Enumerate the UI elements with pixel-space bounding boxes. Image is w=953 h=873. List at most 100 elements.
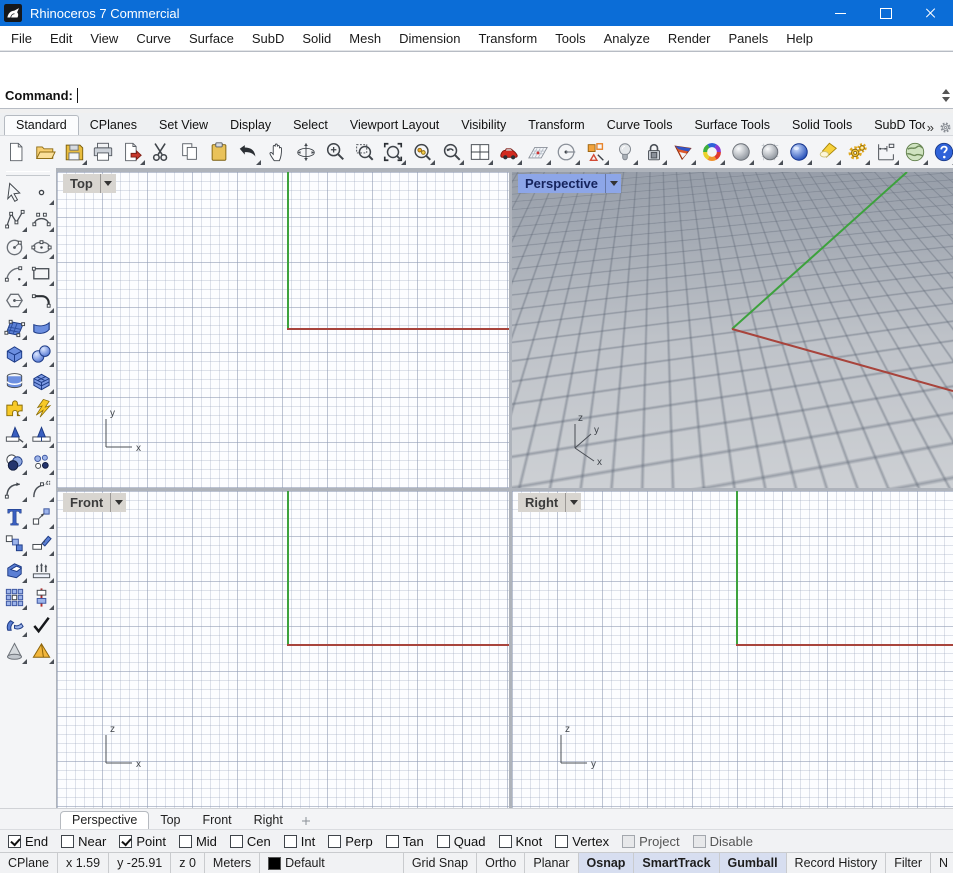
mesh-box-icon[interactable] [28,368,54,394]
box-icon[interactable] [1,341,27,367]
select-arrow-icon[interactable] [1,179,27,205]
checkbox-icon[interactable] [622,835,635,848]
viewport-menu-arrow-icon[interactable] [100,174,116,193]
tabbar-gear-icon[interactable] [938,120,953,135]
menu-item-curve[interactable]: Curve [127,28,180,49]
boolean-union-icon[interactable] [1,395,27,421]
extrude-icon[interactable] [28,557,54,583]
status-grid-snap[interactable]: Grid Snap [404,853,477,873]
status-x-1-59[interactable]: x 1.59 [58,853,109,873]
point-icon[interactable] [28,179,54,205]
pyramid-icon[interactable] [28,638,54,664]
status-gumball[interactable]: Gumball [720,853,787,873]
menu-item-dimension[interactable]: Dimension [390,28,469,49]
surface-patch-icon[interactable] [28,314,54,340]
render-globe-icon[interactable] [902,139,928,165]
add-viewport-tab-icon[interactable] [300,815,312,827]
spinner-up-icon[interactable] [942,89,950,94]
cut-icon[interactable] [148,139,174,165]
menu-item-render[interactable]: Render [659,28,720,49]
hide-lightbulb-icon[interactable] [612,139,638,165]
extend-icon[interactable] [28,476,54,502]
wireframe-sphere-icon[interactable] [757,139,783,165]
menu-item-help[interactable]: Help [777,28,822,49]
viewport-menu-arrow-icon[interactable] [110,493,126,512]
menu-item-mesh[interactable]: Mesh [340,28,390,49]
status-cplane[interactable]: CPlane [0,853,58,873]
status-z-0[interactable]: z 0 [171,853,205,873]
toolbar-tab-set-view[interactable]: Set View [148,116,219,135]
spinner-down-icon[interactable] [942,97,950,102]
checkbox-icon[interactable] [555,835,568,848]
osnap-knot[interactable]: Knot [499,834,543,849]
toolbar-tab-surface-tools[interactable]: Surface Tools [683,116,781,135]
pan-icon[interactable] [264,139,290,165]
osnap-project[interactable]: Project [622,834,679,849]
render-sphere-icon[interactable] [786,139,812,165]
status-meters[interactable]: Meters [205,853,260,873]
menu-item-analyze[interactable]: Analyze [595,28,659,49]
zoom-selected-icon[interactable] [409,139,435,165]
new-file-icon[interactable] [3,139,29,165]
status-planar[interactable]: Planar [525,853,578,873]
zoom-window-icon[interactable] [351,139,377,165]
text-icon[interactable] [1,503,27,529]
osnap-end[interactable]: End [8,834,48,849]
group-points-icon[interactable] [28,449,54,475]
rectangle-icon[interactable] [28,260,54,286]
osnap-quad[interactable]: Quad [437,834,486,849]
undo-view-icon[interactable] [438,139,464,165]
toolbar-tab-display[interactable]: Display [219,116,282,135]
toolbar-tab-select[interactable]: Select [282,116,339,135]
viewport-tab-top[interactable]: Top [149,812,191,829]
check-icon[interactable] [28,611,54,637]
polyline-icon[interactable] [1,206,27,232]
minimize-button[interactable] [818,0,863,26]
menu-item-tools[interactable]: Tools [546,28,594,49]
control-curve-icon[interactable] [28,206,54,232]
status-ortho[interactable]: Ortho [477,853,525,873]
menu-item-subd[interactable]: SubD [243,28,294,49]
toolbar-tab-cplanes[interactable]: CPlanes [79,116,148,135]
menu-item-surface[interactable]: Surface [180,28,243,49]
array-icon[interactable] [1,584,27,610]
shaded-sphere-icon[interactable] [728,139,754,165]
menu-item-solid[interactable]: Solid [293,28,340,49]
menu-item-panels[interactable]: Panels [719,28,777,49]
rotate-icon[interactable] [28,530,54,556]
tab-overflow-chevron[interactable]: » [925,120,936,135]
copy-icon[interactable] [177,139,203,165]
viewport-right[interactable]: z y Right [512,491,953,808]
checkbox-icon[interactable] [693,835,706,848]
status-record-history[interactable]: Record History [787,853,887,873]
spotlight-icon[interactable] [815,139,841,165]
checkbox-icon[interactable] [499,835,512,848]
status-osnap[interactable]: Osnap [579,853,635,873]
paste-icon[interactable] [206,139,232,165]
maximize-button[interactable] [863,0,908,26]
settings-gears-icon[interactable] [844,139,870,165]
toolbar-tab-viewport-layout[interactable]: Viewport Layout [339,116,450,135]
cplane-icon[interactable] [525,139,551,165]
osnap-point[interactable]: Point [119,834,166,849]
dimension-icon[interactable] [873,139,899,165]
viewport-tab-right[interactable]: Right [243,812,294,829]
viewport-label-perspective[interactable]: Perspective [518,174,621,193]
cylinder-icon[interactable] [1,368,27,394]
trim-icon[interactable] [1,422,27,448]
checkbox-icon[interactable] [328,835,341,848]
close-button[interactable] [908,0,953,26]
circle-icon[interactable] [1,233,27,259]
viewport-menu-arrow-icon[interactable] [565,493,581,512]
spheres-icon[interactable] [28,341,54,367]
twist-icon[interactable] [1,611,27,637]
curve-handle-icon[interactable] [28,287,54,313]
viewport-perspective[interactable]: z y x Perspective [512,172,953,488]
arc-icon[interactable] [1,260,27,286]
surface-grid-icon[interactable] [1,314,27,340]
toolbar-tab-subd-tools[interactable]: SubD Tools [863,116,925,135]
menu-item-transform[interactable]: Transform [469,28,546,49]
copy-objects-icon[interactable] [1,530,27,556]
sidebar-grip[interactable] [6,171,50,176]
checkbox-icon[interactable] [437,835,450,848]
